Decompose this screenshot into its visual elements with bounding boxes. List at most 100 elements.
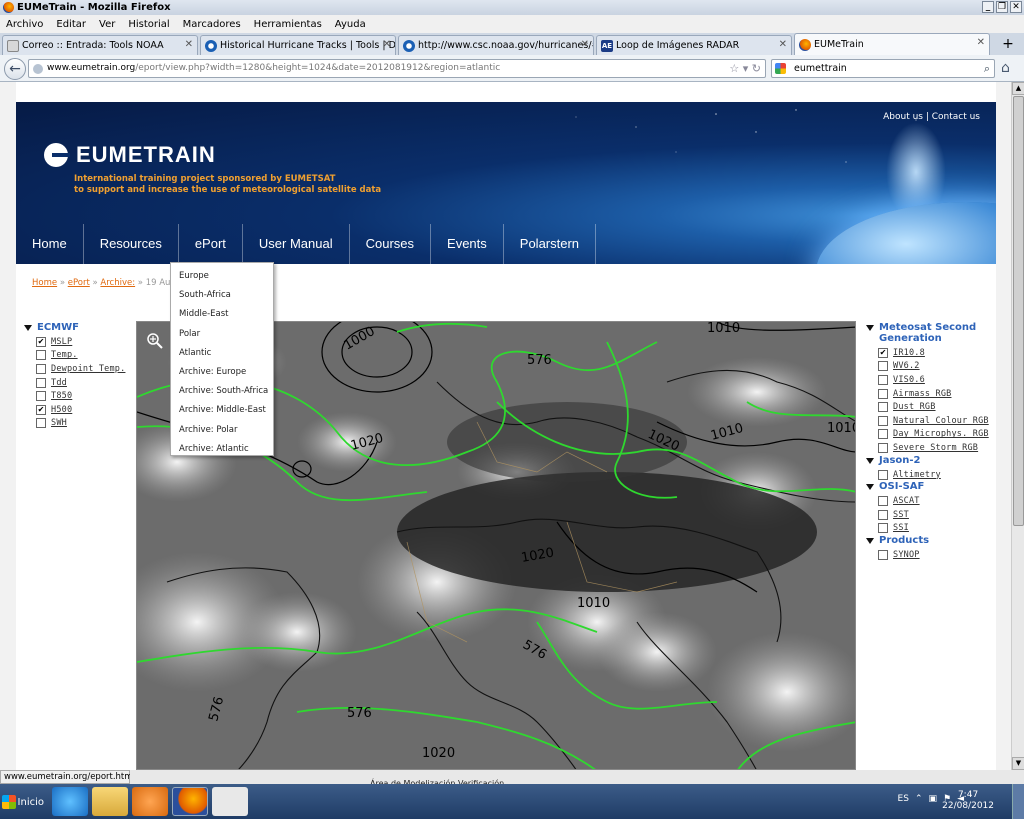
layer-label[interactable]: WV6.2 [893, 361, 920, 371]
group-heading[interactable]: Jason-2 [866, 455, 991, 466]
internet-explorer-icon[interactable] [52, 787, 88, 816]
tab-csc-noaa[interactable]: http://www.csc.noaa.gov/hurricanes/# ✕ [398, 35, 594, 55]
site-identity-icon[interactable] [33, 64, 43, 74]
network-icon[interactable]: ▣ [928, 794, 937, 804]
checkbox[interactable] [36, 363, 46, 374]
start-button[interactable]: Inicio [2, 789, 44, 815]
dropdown-polar[interactable]: Polar [171, 325, 273, 344]
satellite-item[interactable]: ✔ IR10.8 [866, 346, 991, 360]
ecmwf-item[interactable]: ✔ H500 [24, 403, 129, 417]
layer-label[interactable]: Dust RGB [893, 402, 936, 412]
menu-ver[interactable]: Ver [99, 19, 115, 30]
checkbox[interactable]: ✔ [36, 404, 46, 415]
nav-resources[interactable]: Resources [84, 224, 179, 264]
tab-close-icon[interactable]: ✕ [779, 39, 787, 50]
dropdown-south-africa[interactable]: South-Africa [171, 286, 273, 305]
ecmwf-item[interactable]: Temp. [24, 349, 129, 363]
media-player-icon[interactable] [132, 787, 168, 816]
nav-courses[interactable]: Courses [350, 224, 432, 264]
group-heading[interactable]: Meteosat Second Generation [866, 322, 991, 344]
checkbox[interactable] [878, 415, 888, 426]
checkbox[interactable] [878, 361, 888, 372]
checkbox[interactable] [878, 523, 888, 534]
tab-close-icon[interactable]: ✕ [977, 37, 985, 48]
checkbox[interactable] [878, 402, 888, 413]
nav-user-manual[interactable]: User Manual [243, 224, 350, 264]
layer-label[interactable]: Airmass RGB [893, 389, 952, 399]
nav-home[interactable]: Home [16, 224, 84, 264]
satellite-item[interactable]: Airmass RGB [866, 387, 991, 401]
dropdown-archive-europe[interactable]: Archive: Europe [171, 363, 273, 382]
layer-label[interactable]: SWH [51, 418, 67, 428]
dropdown-archive-south-africa[interactable]: Archive: South-Africa [171, 382, 273, 401]
url-bar[interactable]: www.eumetrain.org/eport/view.php?width=1… [28, 59, 766, 78]
layer-label[interactable]: T850 [51, 391, 72, 401]
layer-label[interactable]: H500 [51, 405, 72, 415]
home-icon[interactable]: ⌂ [1001, 60, 1010, 76]
menu-herramientas[interactable]: Herramientas [254, 19, 322, 30]
breadcrumb-home[interactable]: Home [32, 278, 57, 288]
layer-label[interactable]: Natural Colour RGB [893, 416, 989, 426]
site-logo[interactable]: EUMETRAIN [44, 142, 216, 168]
collapse-triangle-icon[interactable] [24, 325, 32, 331]
checkbox[interactable] [36, 391, 46, 402]
menu-marcadores[interactable]: Marcadores [183, 19, 241, 30]
about-contact-links[interactable]: About us | Contact us [883, 112, 980, 122]
scroll-down-arrow-icon[interactable]: ▼ [1012, 757, 1024, 770]
checkbox[interactable] [36, 350, 46, 361]
checkbox[interactable] [878, 509, 888, 520]
checkbox[interactable] [878, 388, 888, 399]
ecmwf-heading[interactable]: ECMWF [24, 322, 129, 333]
layer-label[interactable]: VIS0.6 [893, 375, 925, 385]
checkbox[interactable] [878, 429, 888, 440]
satellite-item[interactable]: Day Microphys. RGB [866, 428, 991, 442]
language-indicator[interactable]: ES [898, 794, 909, 804]
layer-label[interactable]: Dewpoint Temp. [51, 364, 125, 374]
checkbox[interactable] [878, 442, 888, 453]
camera-icon[interactable] [212, 787, 248, 816]
satellite-item[interactable]: Dust RGB [866, 400, 991, 414]
satellite-item[interactable]: Altimetry [866, 468, 991, 482]
tab-close-icon[interactable]: ✕ [383, 39, 391, 50]
new-tab-button[interactable]: + [998, 36, 1018, 52]
satellite-item[interactable]: WV6.2 [866, 360, 991, 374]
dropdown-archive-atlantic[interactable]: Archive: Atlantic [171, 440, 273, 459]
dropdown-arrow-icon[interactable]: ▾ [743, 62, 749, 75]
checkbox[interactable] [36, 377, 46, 388]
menu-ayuda[interactable]: Ayuda [335, 19, 366, 30]
horizontal-scrollbar[interactable] [130, 770, 1024, 784]
ecmwf-item[interactable]: ✔ MSLP [24, 335, 129, 349]
checkbox[interactable]: ✔ [36, 336, 46, 347]
satellite-item[interactable]: SST [866, 508, 991, 522]
bookmark-star-icon[interactable]: ☆ [729, 62, 739, 75]
restore-button[interactable]: ❐ [996, 1, 1008, 13]
folder-icon[interactable] [92, 787, 128, 816]
show-desktop-button[interactable] [1012, 784, 1024, 819]
satellite-item[interactable]: SYNOP [866, 548, 991, 562]
menu-editar[interactable]: Editar [56, 19, 86, 30]
layer-label[interactable]: Severe Storm RGB [893, 443, 978, 453]
dropdown-archive-middle-east[interactable]: Archive: Middle-East [171, 401, 273, 420]
satellite-item[interactable]: SSI [866, 522, 991, 536]
layer-label[interactable]: SST [893, 510, 909, 520]
breadcrumb-eport[interactable]: ePort [68, 278, 90, 288]
satellite-item[interactable]: VIS0.6 [866, 373, 991, 387]
layer-label[interactable]: Temp. [51, 350, 78, 360]
checkbox[interactable] [878, 374, 888, 385]
layer-label[interactable]: SSI [893, 523, 909, 533]
dropdown-middle-east[interactable]: Middle-East [171, 305, 273, 324]
checkbox[interactable] [878, 549, 888, 560]
tab-hurricane-tracks[interactable]: Historical Hurricane Tracks | Tools | Di… [200, 35, 396, 55]
tray-expand-icon[interactable]: ⌃ [915, 794, 923, 804]
layer-label[interactable]: Day Microphys. RGB [893, 429, 989, 439]
layer-label[interactable]: Altimetry [893, 470, 941, 480]
menu-historial[interactable]: Historial [128, 19, 169, 30]
checkbox[interactable] [878, 469, 888, 480]
checkbox[interactable] [878, 496, 888, 507]
satellite-item[interactable]: Severe Storm RGB [866, 441, 991, 455]
dropdown-atlantic[interactable]: Atlantic [171, 344, 273, 363]
scroll-thumb[interactable] [1013, 96, 1024, 526]
checkbox[interactable] [36, 418, 46, 429]
nav-eport[interactable]: ePort [179, 224, 243, 264]
back-button[interactable]: ← [4, 58, 26, 80]
